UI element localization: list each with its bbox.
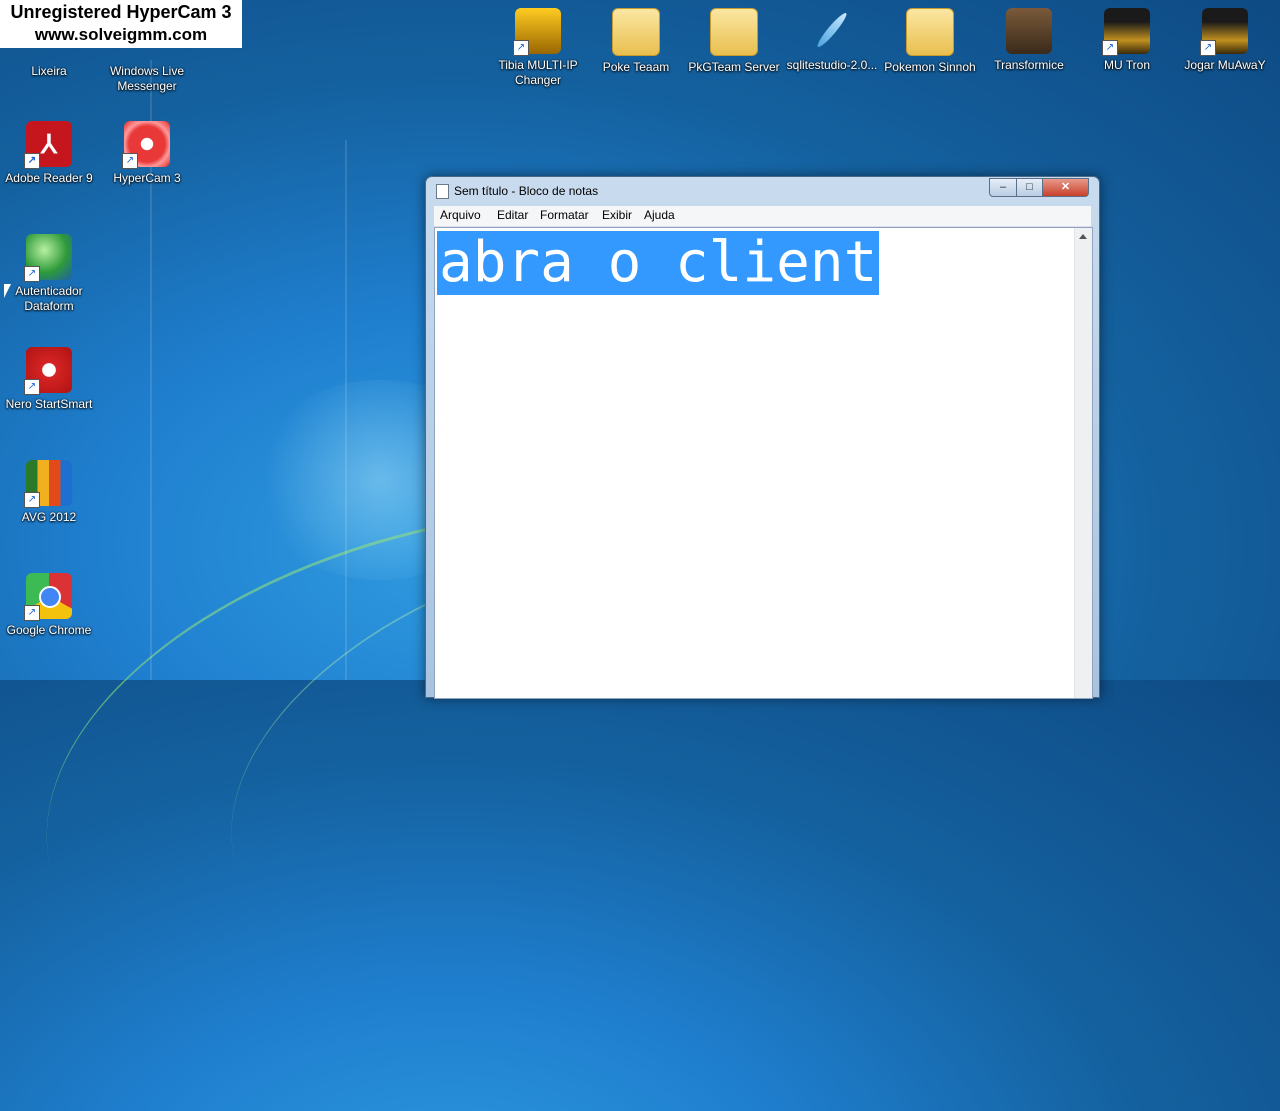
desktop-icon-nero[interactable]: ↗ Nero StartSmart [3, 347, 95, 412]
icon-label: Transformice [994, 58, 1064, 72]
menu-editar[interactable]: Editar [497, 208, 528, 222]
hypercam-watermark: Unregistered HyperCam 3 www.solveigmm.co… [0, 0, 242, 48]
menu-exibir[interactable]: Exibir [602, 208, 632, 222]
hypercam-icon: ↗ [122, 121, 170, 169]
menu-ajuda[interactable]: Ajuda [644, 208, 675, 222]
icon-label: Windows Live Messenger [109, 64, 185, 93]
desktop-icon-transformice[interactable]: Transformice [983, 8, 1075, 73]
desktop-icon-mu-tron[interactable]: ↗ MU Tron [1081, 8, 1173, 73]
icon-label: Poke Teaam [602, 60, 670, 74]
icon-label: sqlitestudio-2.0... [786, 58, 878, 72]
shortcut-arrow-icon: ↗ [24, 379, 40, 395]
desktop-icon-poke-teaam[interactable]: Poke Teaam [590, 8, 682, 75]
desktop-icon-google-chrome[interactable]: ↗ Google Chrome [3, 573, 95, 638]
desktop-icon-pokemon-sinnoh[interactable]: Pokemon Sinnoh [884, 8, 976, 75]
desktop-icon-hypercam[interactable]: ↗ HyperCam 3 [101, 121, 193, 186]
watermark-line2: www.solveigmm.com [34, 25, 208, 44]
feather-icon [809, 8, 855, 54]
icon-label: Pokemon Sinnoh [884, 60, 976, 74]
chrome-icon: ↗ [24, 573, 72, 621]
nero-icon: ↗ [24, 347, 72, 395]
shortcut-arrow-icon: ↗ [1200, 40, 1216, 56]
mu-character-icon: ↗ [1102, 8, 1150, 56]
icon-label: AVG 2012 [21, 510, 77, 524]
desktop-icon-pkgteam-server[interactable]: PkGTeam Server [688, 8, 780, 75]
close-button[interactable]: ✕ [1042, 178, 1089, 197]
icon-label: Lixeira [31, 64, 67, 78]
maximize-button[interactable]: □ [1016, 178, 1043, 197]
icon-label: MU Tron [1103, 58, 1150, 72]
mu-character-icon: ↗ [1200, 8, 1248, 56]
mouse-cursor-icon [4, 284, 11, 298]
shortcut-arrow-icon: ↗ [24, 605, 40, 621]
icon-label: Tibia MULTI-IP Changer [498, 58, 578, 87]
shortcut-arrow-icon: ↗ [122, 153, 138, 169]
selected-text[interactable]: abra o client [437, 231, 880, 295]
wallpaper-beam [345, 140, 347, 680]
icon-label: Adobe Reader 9 [5, 171, 93, 185]
watermark-line1: Unregistered HyperCam 3 [10, 2, 232, 22]
shortcut-arrow-icon: ↗ [24, 153, 40, 169]
title-bar[interactable]: Sem título - Bloco de notas – □ ✕ [426, 177, 1099, 205]
avg-icon: ↗ [24, 460, 72, 508]
folder-icon [906, 8, 954, 56]
minimize-button[interactable]: – [989, 178, 1017, 197]
desktop-icon-avg[interactable]: ↗ AVG 2012 [3, 460, 95, 525]
menu-formatar[interactable]: Formatar [540, 208, 589, 222]
desktop-icon-sqlitestudio[interactable]: sqlitestudio-2.0... [786, 8, 878, 73]
notepad-window[interactable]: Sem título - Bloco de notas – □ ✕ Arquiv… [425, 176, 1100, 699]
icon-label: HyperCam 3 [113, 171, 181, 185]
mouse-character-icon [1006, 8, 1052, 54]
shortcut-arrow-icon: ↗ [24, 266, 40, 282]
desktop-icon-tibia-changer[interactable]: ↗ Tibia MULTI-IP Changer [492, 8, 584, 88]
shortcut-arrow-icon: ↗ [24, 492, 40, 508]
vertical-scrollbar[interactable] [1074, 228, 1092, 698]
desktop-icon-adobe-reader[interactable]: ⅄ ↗ Adobe Reader 9 [3, 121, 95, 186]
icon-label: PkGTeam Server [688, 60, 780, 74]
tibia-character-icon: ↗ [513, 8, 561, 56]
desktop-icon-autenticador[interactable]: ↗ Autenticador Dataform [3, 234, 95, 314]
icon-label: Google Chrome [6, 623, 92, 637]
icon-label: Nero StartSmart [5, 397, 93, 411]
text-editor-area[interactable]: abra o client [434, 227, 1093, 699]
icon-label: Autenticador Dataform [15, 284, 83, 313]
menu-arquivo[interactable]: Arquivo [440, 208, 481, 222]
shortcut-arrow-icon: ↗ [1102, 40, 1118, 56]
folder-icon [710, 8, 758, 56]
folder-icon [612, 8, 660, 56]
notepad-icon [436, 184, 449, 199]
shortcut-arrow-icon: ↗ [513, 40, 529, 56]
desktop-icon-jogar-muaway[interactable]: ↗ Jogar MuAwaY [1179, 8, 1271, 73]
adobe-reader-icon: ⅄ ↗ [24, 121, 72, 169]
icon-label: Jogar MuAwaY [1184, 58, 1266, 72]
window-title: Sem título - Bloco de notas [454, 184, 599, 198]
scroll-up-icon[interactable] [1079, 234, 1087, 239]
globe-icon: ↗ [24, 234, 72, 282]
menu-bar: Arquivo Editar Formatar Exibir Ajuda [434, 206, 1091, 227]
